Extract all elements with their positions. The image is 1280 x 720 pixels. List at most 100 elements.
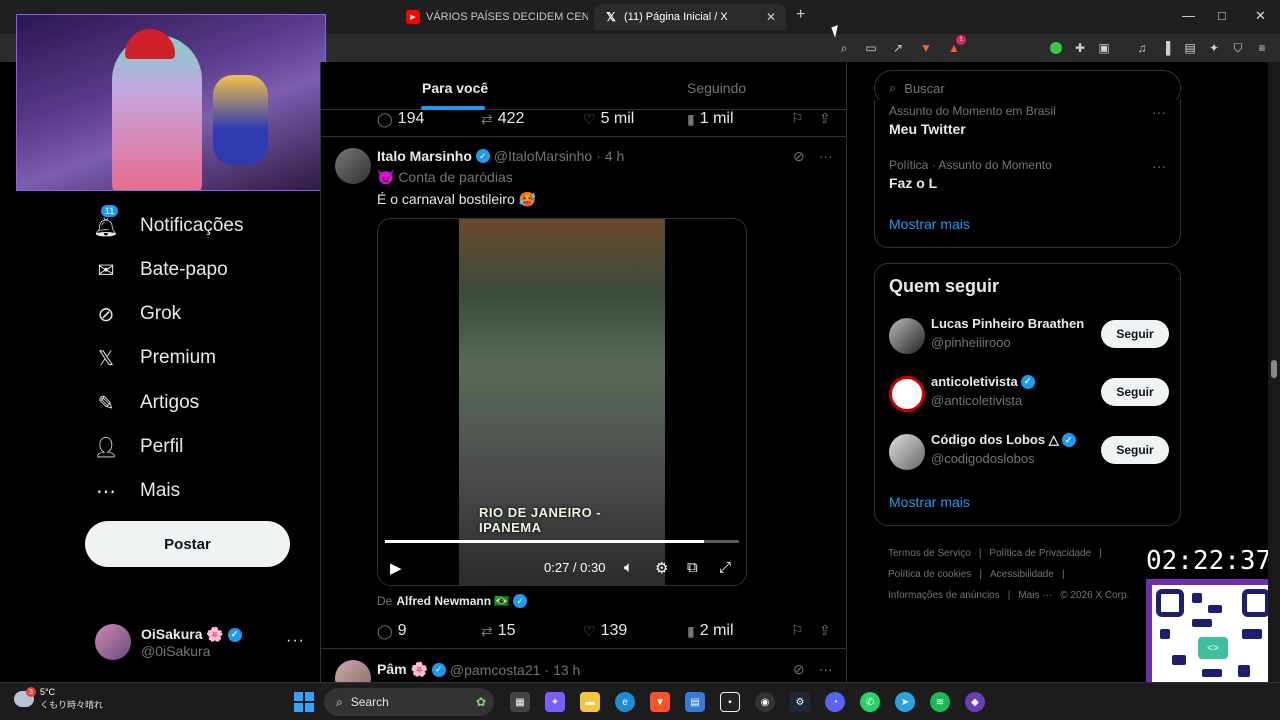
nav-premium[interactable]: 𝕏 Premium	[92, 344, 216, 372]
tweet-author-name[interactable]: Pâm 🌸	[377, 661, 428, 678]
tweet-time[interactable]: 4 h	[605, 148, 624, 164]
music-icon[interactable]: ♫	[1134, 40, 1150, 56]
footer-link[interactable]: Política de cookies	[888, 569, 971, 580]
fullscreen-icon[interactable]: ⤢	[719, 559, 731, 576]
show-more-follow-link[interactable]: Mostrar mais	[889, 494, 970, 510]
cast-icon[interactable]: ▭	[863, 40, 879, 56]
tweet-time[interactable]: 13 h	[553, 662, 580, 678]
footer-link[interactable]: Mais ···	[1018, 590, 1052, 601]
store-icon[interactable]: ▤	[685, 692, 705, 712]
scrollbar-thumb[interactable]	[1271, 360, 1277, 378]
trend-more-icon[interactable]: ···	[1152, 158, 1166, 174]
grok-icon[interactable]: ⊘	[793, 661, 805, 678]
tweet-author-handle[interactable]: @pamcosta21	[450, 662, 540, 678]
tab-for-you[interactable]: Para você	[422, 80, 488, 96]
page-scrollbar[interactable]	[1268, 62, 1280, 682]
views-button[interactable]: ▮ 2 mil	[687, 622, 734, 640]
sidebar-icon[interactable]: ▐	[1158, 40, 1174, 56]
video-progress-bar[interactable]	[385, 540, 739, 543]
vpn-icon[interactable]: ⛉	[1230, 40, 1246, 56]
trend-item[interactable]: Assunto do Momento em Brasil Meu Twitter	[889, 104, 1056, 137]
follow-button[interactable]: Seguir	[1101, 436, 1169, 464]
like-button[interactable]: ♡ 139	[583, 622, 627, 640]
steam-icon[interactable]: ⚙	[790, 692, 810, 712]
tweet-avatar[interactable]	[335, 660, 371, 682]
taskbar-search[interactable]: ⌕ Search ✿	[324, 688, 494, 716]
more-options-icon[interactable]: ···	[819, 661, 833, 678]
repost-button[interactable]: ⇄ 15	[481, 622, 516, 640]
nav-more[interactable]: ⋯ Mais	[92, 477, 180, 505]
footer-link[interactable]: Acessibilidade	[990, 569, 1054, 580]
app-icon[interactable]: ▪	[720, 692, 740, 712]
nav-chat[interactable]: ✉ Bate-papo	[92, 256, 228, 284]
spotify-icon[interactable]: ≋	[930, 692, 950, 712]
obs-icon[interactable]: ◉	[755, 692, 775, 712]
show-more-trends-link[interactable]: Mostrar mais	[889, 216, 970, 232]
leo-ai-icon[interactable]: ✦	[1206, 40, 1222, 56]
menu-icon[interactable]: ≡	[1254, 40, 1270, 56]
share-icon[interactable]: ⇪	[819, 110, 831, 127]
close-tab-icon[interactable]: ✕	[766, 10, 776, 24]
trend-more-icon[interactable]: ···	[1152, 104, 1166, 120]
whatsapp-icon[interactable]: ✆	[860, 692, 880, 712]
account-switcher[interactable]: OiSakura 🌸 ✓ @0iSakura	[95, 624, 242, 660]
new-tab-button[interactable]: +	[796, 6, 805, 24]
share-icon[interactable]: ⇪	[819, 622, 831, 639]
zoom-icon[interactable]: ⌕	[836, 40, 852, 56]
tab-x-home[interactable]: 𝕏 (11) Página Inicial / X ✕	[594, 4, 786, 30]
brave-browser-icon[interactable]: ▼	[650, 692, 670, 712]
status-dot-icon[interactable]	[1050, 42, 1062, 54]
edge-browser-icon[interactable]: e	[615, 692, 635, 712]
grok-icon[interactable]: ⊘	[793, 148, 805, 165]
follow-suggestion[interactable]: Código dos Lobos △ ✓ @codigodoslobos Segu…	[889, 432, 1169, 476]
maximize-button[interactable]: □	[1218, 8, 1226, 23]
nav-grok[interactable]: ⊘ Grok	[92, 300, 182, 328]
share-icon[interactable]: ↗	[890, 40, 906, 56]
more-options-icon[interactable]: ···	[819, 148, 833, 165]
wallet-icon[interactable]: ▤	[1182, 40, 1198, 56]
window-icon[interactable]: ▣	[1096, 40, 1112, 56]
settings-gear-icon[interactable]: ⚙	[655, 559, 668, 577]
nav-articles[interactable]: ✎ Artigos	[92, 389, 200, 417]
views-button[interactable]: ▮ 1 mil	[687, 110, 734, 128]
pip-icon[interactable]: ⧉	[687, 559, 698, 576]
tweet-author-handle[interactable]: @ItaloMarsinho	[494, 148, 592, 164]
account-more-icon[interactable]: ···	[286, 632, 305, 650]
tab-youtube[interactable]: ▶ VÁRIOS PAÍSES DECIDEM CENSURAR	[396, 4, 588, 30]
play-icon[interactable]: ▶	[390, 559, 402, 577]
tweet-avatar[interactable]	[335, 148, 371, 184]
bookmark-icon[interactable]: ⚐	[791, 110, 804, 127]
file-explorer-icon[interactable]: ▬	[580, 692, 600, 712]
tab-following[interactable]: Seguindo	[687, 80, 746, 96]
brave-rewards-icon[interactable]: ▲ 1	[946, 35, 966, 56]
task-view-icon[interactable]: ▦	[510, 692, 530, 712]
extensions-icon[interactable]: ✚	[1072, 40, 1088, 56]
telegram-icon[interactable]: ➤	[895, 692, 915, 712]
tweet-author-name[interactable]: Italo Marsinho	[377, 148, 472, 164]
footer-link[interactable]: Informações de anúncios	[888, 590, 1000, 601]
follow-button[interactable]: Seguir	[1101, 378, 1169, 406]
follow-suggestion[interactable]: Lucas Pinheiro Braathen @pinheiiirooo Se…	[889, 316, 1169, 360]
bookmark-icon[interactable]: ⚐	[791, 622, 804, 639]
trend-item[interactable]: Política · Assunto do Momento Faz o L	[889, 158, 1052, 191]
weather-widget[interactable]: 3 5°C くもり時々晴れ	[14, 687, 103, 711]
nav-profile[interactable]: 👤︎ Perfil	[92, 433, 183, 461]
close-window-button[interactable]: ✕	[1255, 8, 1266, 24]
follow-button[interactable]: Seguir	[1101, 320, 1169, 348]
footer-link[interactable]: Termos de Serviço	[888, 548, 971, 559]
like-button[interactable]: ♡ 5 mil	[583, 110, 634, 128]
reply-button[interactable]: ◯ 194	[377, 110, 424, 128]
minimize-button[interactable]: —	[1182, 8, 1195, 23]
video-player[interactable]: RIO DE JANEIRO - IPANEMA ▶ 0:27 / 0:30 🔈…	[377, 218, 747, 586]
nav-notifications[interactable]: 🔔︎ 11 Notificações	[92, 204, 244, 240]
discord-icon[interactable]: ◔	[825, 692, 845, 712]
windows-start-icon[interactable]	[294, 692, 314, 712]
follow-suggestion[interactable]: anticoletivista ✓ @anticoletivista Seguir	[889, 374, 1169, 418]
app-icon[interactable]: ◆	[965, 692, 985, 712]
brave-shield-icon[interactable]: ▼	[918, 40, 934, 56]
reply-button[interactable]: ◯ 9	[377, 622, 407, 640]
from-name[interactable]: Alfred Newmann 🇧🇷	[396, 594, 509, 608]
repost-button[interactable]: ⇄ 422	[481, 110, 524, 128]
volume-icon[interactable]: 🔈︎	[624, 559, 633, 576]
footer-link[interactable]: Política de Privacidade	[989, 548, 1091, 559]
